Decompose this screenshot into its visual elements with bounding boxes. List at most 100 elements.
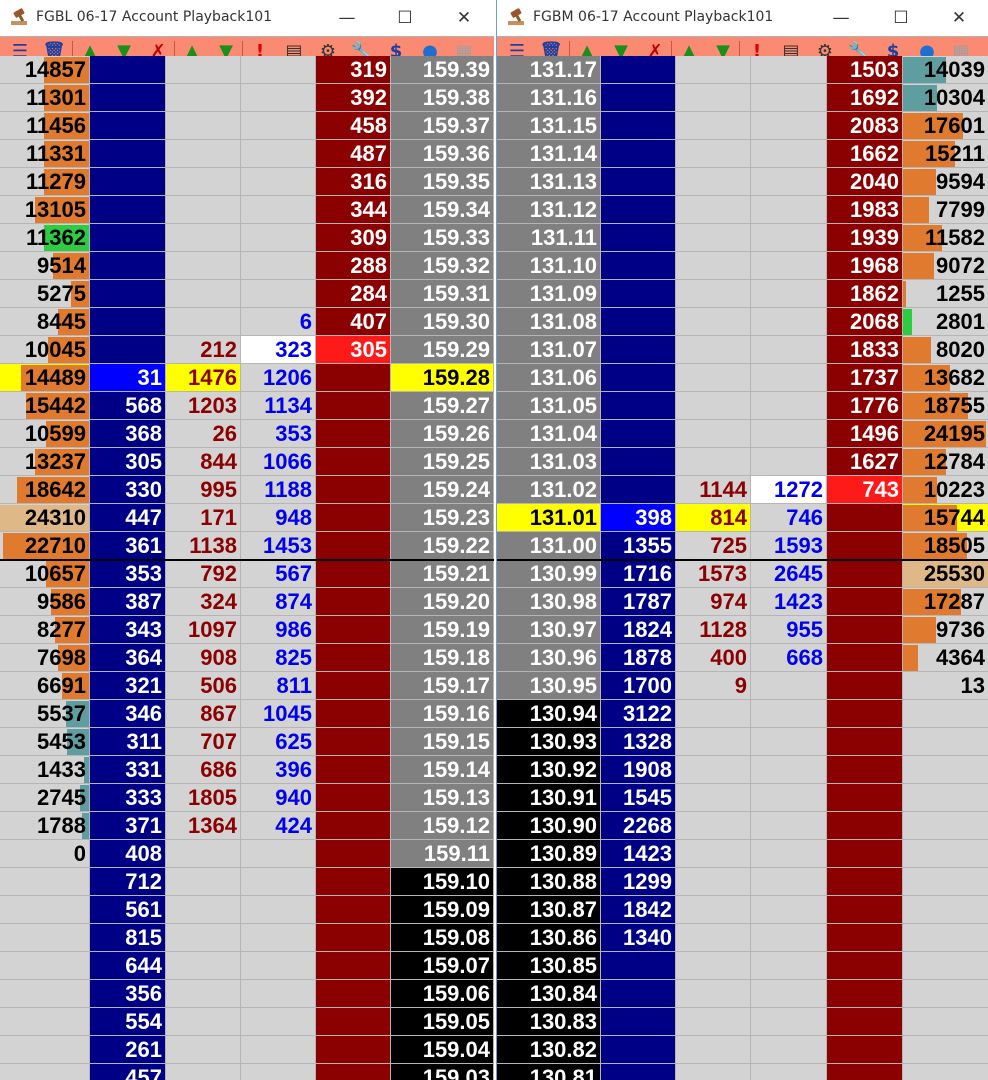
volume-cell[interactable]: 10304: [903, 84, 988, 112]
bid-cell[interactable]: [601, 140, 676, 168]
bid-cell[interactable]: 321: [90, 672, 166, 700]
volume-cell[interactable]: 9514: [0, 252, 90, 280]
volume-cell[interactable]: 14489: [0, 364, 90, 392]
sold-cell[interactable]: 1476: [166, 364, 241, 392]
ask-cell[interactable]: [316, 560, 391, 588]
volume-cell[interactable]: [903, 700, 988, 728]
volume-cell[interactable]: [903, 924, 988, 952]
ask-cell[interactable]: [316, 532, 391, 560]
price-cell[interactable]: 130.89: [497, 840, 601, 868]
price-cell[interactable]: 159.03: [391, 1064, 494, 1080]
price-cell[interactable]: 159.29: [391, 336, 494, 364]
volume-cell[interactable]: [903, 728, 988, 756]
sold-cell[interactable]: 1144: [676, 476, 751, 504]
ask-cell[interactable]: [827, 924, 903, 952]
volume-cell[interactable]: 11456: [0, 112, 90, 140]
bought-cell[interactable]: 940: [241, 784, 316, 812]
bid-cell[interactable]: [90, 112, 166, 140]
bid-cell[interactable]: 1824: [601, 616, 676, 644]
bought-cell[interactable]: [751, 140, 827, 168]
bought-cell[interactable]: [751, 168, 827, 196]
ask-cell[interactable]: [316, 952, 391, 980]
ask-cell[interactable]: [827, 728, 903, 756]
bought-cell[interactable]: [241, 140, 316, 168]
bid-cell[interactable]: [601, 252, 676, 280]
volume-cell[interactable]: 9586: [0, 588, 90, 616]
volume-cell[interactable]: 8020: [903, 336, 988, 364]
ask-cell[interactable]: [827, 1036, 903, 1064]
sold-cell[interactable]: [166, 84, 241, 112]
ask-cell[interactable]: 1939: [827, 224, 903, 252]
ask-cell[interactable]: [827, 588, 903, 616]
bid-cell[interactable]: [90, 168, 166, 196]
bought-cell[interactable]: [241, 84, 316, 112]
price-cell[interactable]: 130.87: [497, 896, 601, 924]
price-cell[interactable]: 159.35: [391, 168, 494, 196]
volume-cell[interactable]: [903, 1064, 988, 1080]
bid-cell[interactable]: [601, 392, 676, 420]
bought-cell[interactable]: [751, 756, 827, 784]
sold-cell[interactable]: 171: [166, 504, 241, 532]
ask-cell[interactable]: [827, 756, 903, 784]
price-cell[interactable]: 130.98: [497, 588, 601, 616]
volume-cell[interactable]: [903, 952, 988, 980]
bid-cell[interactable]: 1878: [601, 644, 676, 672]
volume-cell[interactable]: 11362: [0, 224, 90, 252]
bid-cell[interactable]: [90, 252, 166, 280]
sold-cell[interactable]: [676, 420, 751, 448]
ask-cell[interactable]: 1503: [827, 56, 903, 84]
ask-cell[interactable]: 1968: [827, 252, 903, 280]
bought-cell[interactable]: 668: [751, 644, 827, 672]
sold-cell[interactable]: [166, 924, 241, 952]
ask-cell[interactable]: [316, 616, 391, 644]
ask-cell[interactable]: 458: [316, 112, 391, 140]
volume-cell[interactable]: 13: [903, 672, 988, 700]
price-cell[interactable]: 131.11: [497, 224, 601, 252]
sold-cell[interactable]: [166, 840, 241, 868]
ask-cell[interactable]: [316, 644, 391, 672]
sold-cell[interactable]: [676, 140, 751, 168]
volume-cell[interactable]: [903, 812, 988, 840]
volume-cell[interactable]: 11279: [0, 168, 90, 196]
volume-cell[interactable]: [0, 1064, 90, 1080]
bought-cell[interactable]: [751, 112, 827, 140]
bid-cell[interactable]: 1787: [601, 588, 676, 616]
bid-cell[interactable]: 1700: [601, 672, 676, 700]
bid-cell[interactable]: 815: [90, 924, 166, 952]
bid-cell[interactable]: 1908: [601, 756, 676, 784]
ask-cell[interactable]: 2068: [827, 308, 903, 336]
sold-cell[interactable]: [166, 252, 241, 280]
ask-cell[interactable]: 392: [316, 84, 391, 112]
sold-cell[interactable]: [166, 896, 241, 924]
ask-cell[interactable]: [827, 672, 903, 700]
volume-cell[interactable]: 10599: [0, 420, 90, 448]
bought-cell[interactable]: 1423: [751, 588, 827, 616]
bought-cell[interactable]: 1206: [241, 364, 316, 392]
ask-cell[interactable]: [316, 840, 391, 868]
sold-cell[interactable]: 9: [676, 672, 751, 700]
volume-cell[interactable]: 11582: [903, 224, 988, 252]
price-cell[interactable]: 159.17: [391, 672, 494, 700]
ask-cell[interactable]: [827, 812, 903, 840]
ask-cell[interactable]: [316, 812, 391, 840]
price-cell[interactable]: 130.97: [497, 616, 601, 644]
bought-cell[interactable]: [751, 952, 827, 980]
volume-cell[interactable]: [0, 980, 90, 1008]
price-cell[interactable]: 159.06: [391, 980, 494, 1008]
bought-cell[interactable]: 1045: [241, 700, 316, 728]
volume-cell[interactable]: [0, 896, 90, 924]
bid-cell[interactable]: [601, 952, 676, 980]
bid-cell[interactable]: 353: [90, 560, 166, 588]
price-cell[interactable]: 130.88: [497, 868, 601, 896]
ask-cell[interactable]: [827, 784, 903, 812]
sold-cell[interactable]: [676, 952, 751, 980]
price-cell[interactable]: 159.26: [391, 420, 494, 448]
price-cell[interactable]: 159.36: [391, 140, 494, 168]
bid-cell[interactable]: 447: [90, 504, 166, 532]
sold-cell[interactable]: [166, 168, 241, 196]
bought-cell[interactable]: [751, 1008, 827, 1036]
bid-cell[interactable]: 368: [90, 420, 166, 448]
price-cell[interactable]: 130.84: [497, 980, 601, 1008]
sold-cell[interactable]: [676, 336, 751, 364]
volume-cell[interactable]: 13682: [903, 364, 988, 392]
